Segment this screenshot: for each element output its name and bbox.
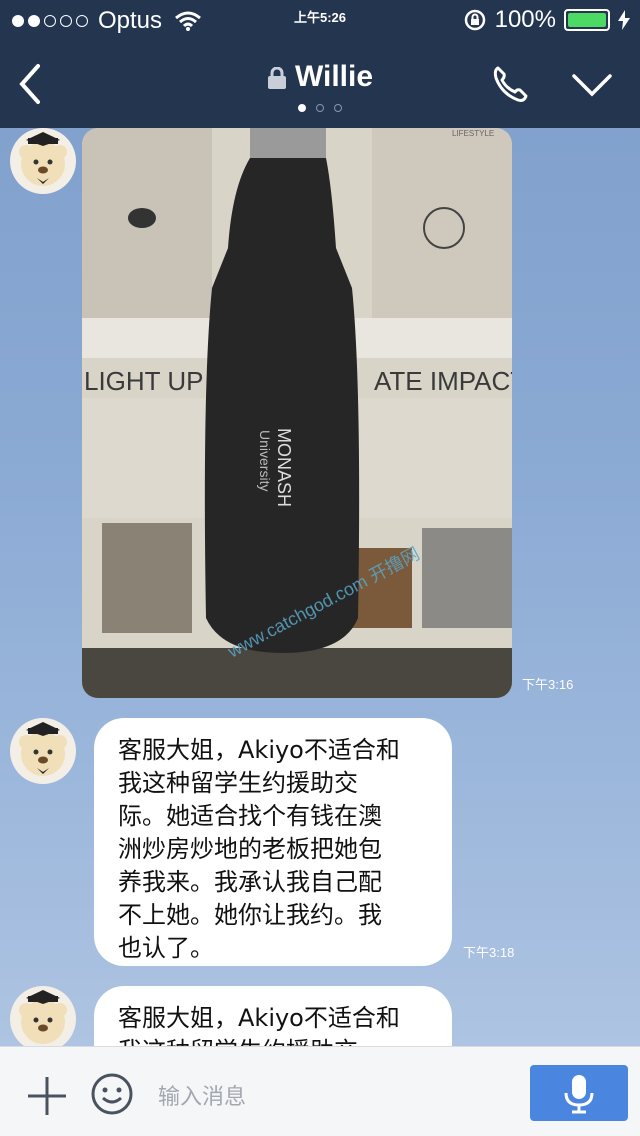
message-input[interactable]: 输入消息	[158, 1079, 246, 1111]
teddy-bear-graduate-icon	[19, 132, 67, 186]
chat-title: Willie	[0, 60, 640, 94]
charging-icon	[618, 10, 630, 30]
chat-title-text: Willie	[294, 60, 374, 93]
page-dot	[334, 104, 342, 112]
phone-icon[interactable]	[490, 62, 530, 106]
plus-icon[interactable]	[26, 1075, 68, 1117]
rotation-lock-icon	[464, 9, 485, 31]
avatar[interactable]	[10, 986, 76, 1052]
status-right: 100%	[463, 6, 630, 34]
top-bar: Optus 上午5:26 100% Willie	[0, 0, 640, 128]
page-dot	[298, 104, 306, 112]
lock-icon	[267, 67, 286, 90]
message-time: 下午3:16	[522, 677, 574, 692]
status-bar: Optus 上午5:26 100%	[0, 0, 640, 40]
message-text: 客服大姐，Akiyo不适合和 我这种留学生约援助交 际。她适合找个有钱在澳 洲炒…	[118, 736, 400, 962]
shared-photo[interactable]: LIGHT UP F ATE IMPACT LIFESTYLE MONASH U…	[82, 128, 512, 698]
photo-corner-text: LIFESTYLE	[452, 129, 494, 138]
bottle-sub-text: University	[257, 430, 273, 491]
battery-percent: 100%	[494, 6, 556, 33]
page-indicator	[0, 104, 640, 112]
photo-content: LIGHT UP F ATE IMPACT LIFESTYLE MONASH U…	[82, 128, 512, 698]
message-bubble[interactable]: 客服大姐，Akiyo不适合和 我这种留学生约援助交 际。她适合找个有钱在澳 洲炒…	[94, 718, 452, 966]
photo-headline-left: LIGHT UP F	[84, 366, 226, 396]
input-bar: 输入消息	[0, 1046, 640, 1136]
teddy-bear-graduate-icon	[19, 990, 67, 1044]
chevron-down-icon[interactable]	[570, 66, 614, 102]
voice-button[interactable]	[530, 1065, 628, 1121]
avatar[interactable]	[10, 128, 76, 194]
emoji-icon[interactable]	[90, 1072, 134, 1116]
photo-headline-right: ATE IMPACT	[374, 366, 512, 396]
battery-icon	[564, 9, 610, 31]
microphone-icon	[564, 1075, 594, 1114]
bottle-brand-text: MONASH	[274, 428, 294, 507]
page-dot	[316, 104, 324, 112]
message-time: 下午3:18	[463, 945, 515, 960]
teddy-bear-graduate-icon	[19, 722, 67, 776]
avatar[interactable]	[10, 718, 76, 784]
